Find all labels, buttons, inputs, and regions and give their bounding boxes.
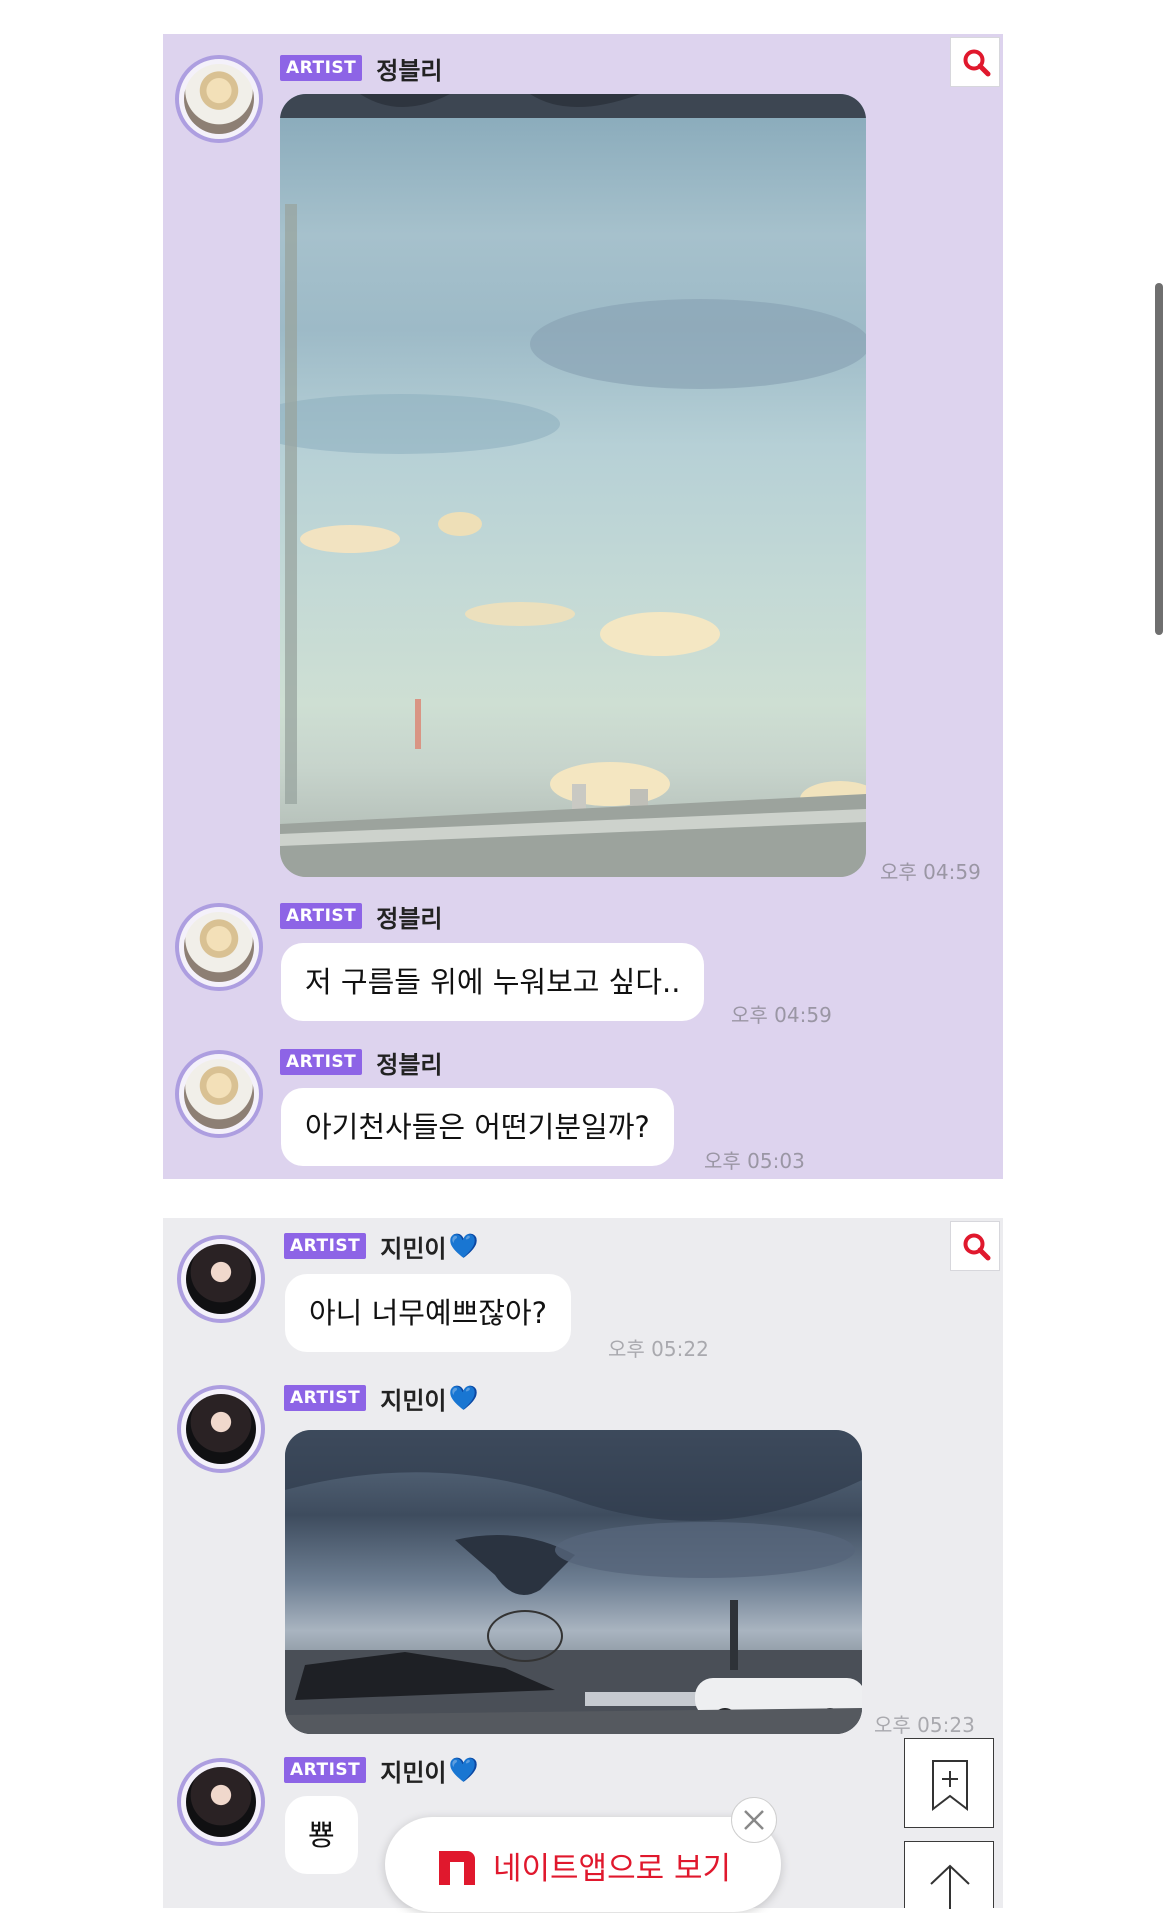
artist-badge: ARTIST [280,55,363,81]
timestamp: 오후 05:03 [704,1149,805,1173]
message-header: ARTIST 지민이 💙 [284,1384,479,1415]
avatar[interactable] [177,1235,265,1323]
message-header: ARTIST 정블리 [280,54,443,85]
author-name: 지민이 [380,1758,447,1787]
blue-heart-icon: 💙 [448,1756,479,1784]
message-header: ARTIST 지민이 💙 [284,1756,479,1787]
open-nate-app-button[interactable]: 네이트앱으로 보기 [385,1817,781,1912]
author-name: 정블리 [376,1050,443,1079]
artist-badge: ARTIST [280,903,363,929]
timestamp: 오후 05:22 [608,1337,709,1361]
sky-photo-art [280,94,866,877]
message-bubble[interactable]: 아기천사들은 어떤기분일까? [281,1088,674,1166]
message-bubble[interactable]: 아니 너무예쁘잖아? [285,1274,572,1352]
bookmark-icon [932,1760,968,1812]
scrollbar-thumb[interactable] [1155,283,1163,635]
chat-panel-2: ARTIST 지민이 💙 아니 너무예쁘잖아? 오후 05:22 ARTIST … [163,1218,1003,1908]
shared-photo-storm[interactable] [285,1430,862,1734]
chat-panel-1: ARTIST 정블리 오후 04:59 ARTIST 정블리 저 구름들 위에 … [163,34,1003,1179]
timestamp: 오후 04:59 [731,1003,832,1027]
open-nate-app-label: 네이트앱으로 보기 [493,1851,732,1887]
avatar[interactable] [175,1050,263,1138]
author-name: 지민이 [380,1386,447,1415]
artist-badge: ARTIST [280,1049,363,1075]
search-icon [963,1233,991,1261]
message-header: ARTIST 지민이 💙 [284,1232,479,1263]
n-logo-icon [439,1851,475,1885]
artist-badge: ARTIST [284,1385,367,1411]
message-header: ARTIST 정블리 [280,902,443,933]
author-name: 지민이 [380,1234,447,1263]
shared-photo-sky[interactable] [280,94,866,877]
storm-photo-art [285,1430,862,1734]
avatar[interactable] [177,1385,265,1473]
author-name: 정블리 [376,904,443,933]
message-bubble[interactable]: 저 구름들 위에 누워보고 싶다.. [281,943,705,1021]
timestamp: 오후 05:23 [874,1713,975,1737]
search-button[interactable] [950,37,1000,87]
drawn-speech-bubble [487,1610,563,1662]
avatar[interactable] [175,55,263,143]
artist-badge: ARTIST [284,1757,367,1783]
author-name: 정블리 [376,56,443,85]
avatar[interactable] [177,1758,265,1846]
arrow-up-icon [930,1864,970,1909]
message-header: ARTIST 정블리 [280,1048,443,1079]
search-button[interactable] [950,1221,1000,1271]
avatar[interactable] [175,903,263,991]
timestamp: 오후 04:59 [880,860,981,884]
blue-heart-icon: 💙 [448,1384,479,1412]
artist-badge: ARTIST [284,1233,367,1259]
close-icon [744,1810,764,1830]
close-banner-button[interactable] [731,1797,777,1843]
bookmark-button[interactable] [904,1738,994,1828]
search-icon [963,49,991,77]
message-bubble[interactable]: 뿅 [285,1796,358,1874]
scroll-top-button[interactable] [904,1841,994,1909]
blue-heart-icon: 💙 [448,1232,479,1260]
